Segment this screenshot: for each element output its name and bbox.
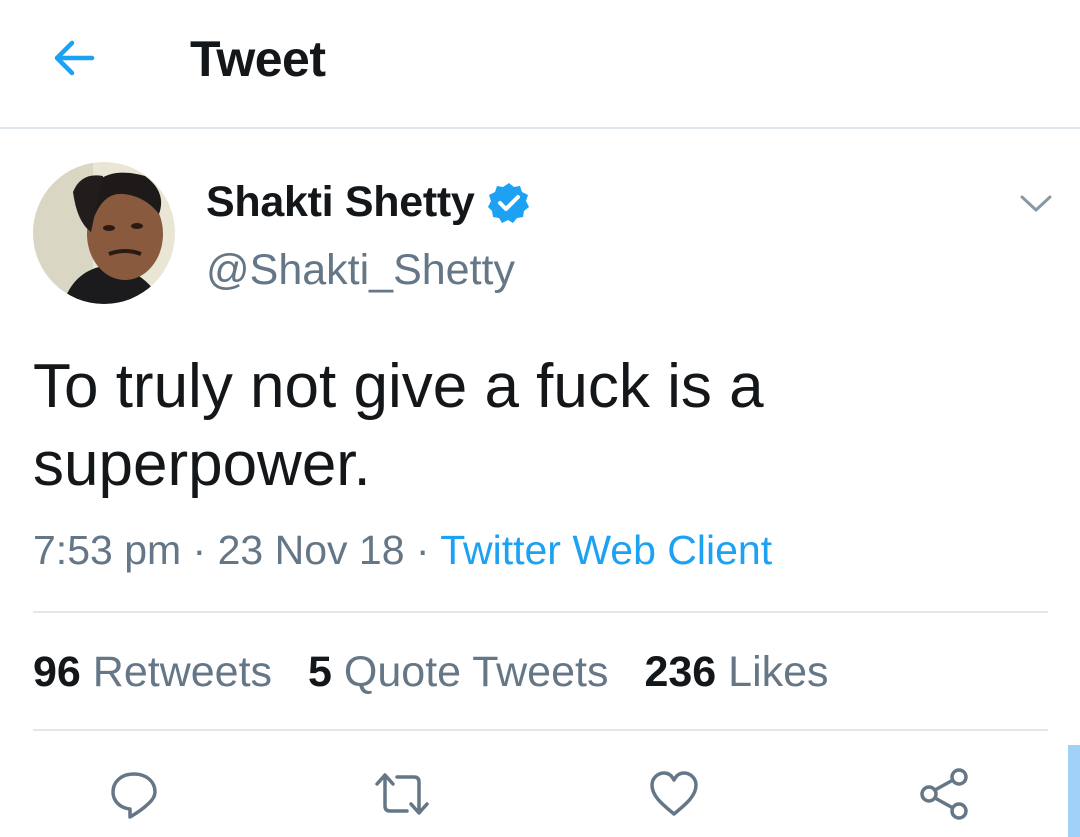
verified-badge-icon [487, 181, 531, 225]
divider [33, 729, 1048, 731]
divider [33, 611, 1048, 613]
meta-separator: · [181, 527, 218, 573]
retweet-icon [375, 773, 429, 815]
meta-separator: · [404, 527, 441, 573]
page-title: Tweet [190, 31, 326, 87]
quote-tweets-stat[interactable]: 5 Quote Tweets [308, 648, 608, 697]
like-button[interactable] [644, 764, 704, 824]
retweets-stat[interactable]: 96 Retweets [33, 648, 272, 697]
tweet-source-link[interactable]: Twitter Web Client [440, 527, 772, 573]
tweet-time: 7:53 pm [33, 527, 182, 573]
reply-button[interactable] [104, 764, 164, 824]
scrollbar-thumb[interactable] [1068, 745, 1080, 837]
avatar[interactable] [33, 162, 175, 304]
retweet-button[interactable] [372, 764, 432, 824]
quote-tweets-label: Quote Tweets [343, 648, 609, 696]
arrow-left-icon [54, 40, 95, 76]
author-name[interactable]: Shakti Shetty [206, 178, 475, 227]
retweets-label: Retweets [92, 648, 273, 696]
tweet-date: 23 Nov 18 [217, 527, 405, 573]
likes-stat[interactable]: 236 Likes [644, 648, 828, 697]
tweet-meta: 7:53 pm · 23 Nov 18 · Twitter Web Client [33, 527, 772, 574]
author-name-row[interactable]: Shakti Shetty [206, 178, 531, 227]
tweet-stats: 96 Retweets 5 Quote Tweets 236 Likes [33, 648, 829, 697]
reply-icon [111, 772, 157, 819]
share-icon [920, 768, 968, 820]
author-handle[interactable]: @Shakti_Shetty [206, 246, 515, 295]
tweet-text: To truly not give a fuck is a superpower… [33, 352, 764, 499]
likes-count: 236 [644, 648, 717, 696]
quote-tweets-count: 5 [308, 648, 332, 696]
chevron-down-icon [1020, 195, 1052, 212]
heart-icon [650, 771, 698, 816]
retweets-count: 96 [33, 648, 81, 696]
likes-label: Likes [728, 648, 829, 696]
top-bar: Tweet [0, 0, 1080, 129]
back-button[interactable] [46, 30, 102, 86]
share-button[interactable] [914, 764, 974, 824]
more-options-button[interactable] [1016, 184, 1056, 224]
